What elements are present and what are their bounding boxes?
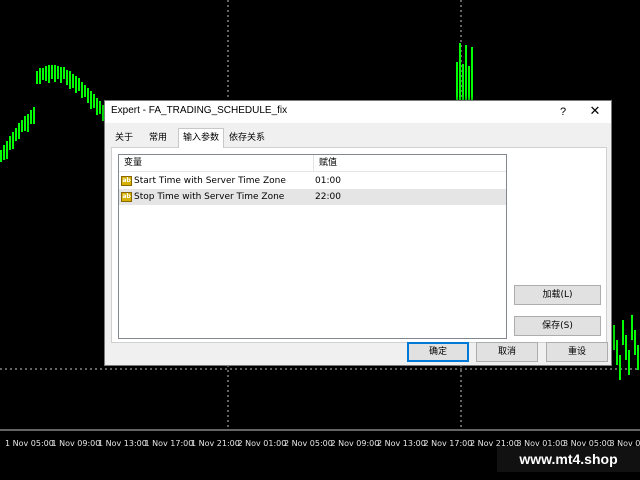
table-row[interactable]: ab Start Time with Server Time Zone 01:0… [119, 173, 506, 189]
time-axis-label: 2 Nov 13:00 [377, 439, 426, 448]
candle [69, 71, 71, 89]
time-axis-label: 2 Nov 09:00 [330, 439, 380, 448]
candle [90, 91, 92, 109]
time-axis-label: 1 Nov 09:00 [51, 439, 101, 448]
candle [462, 64, 464, 100]
candle [75, 76, 77, 93]
time-axis-label: 2 Nov 17:00 [423, 439, 473, 448]
ab-string-icon: ab [121, 176, 132, 186]
save-button[interactable]: 保存(S) [514, 316, 601, 336]
expert-properties-dialog[interactable]: Expert - FA_TRADING_SCHEDULE_fix ? ✕ 关于 … [104, 100, 612, 366]
row-variable-name: Start Time with Server Time Zone [134, 176, 286, 186]
candle [48, 65, 50, 83]
inputs-table[interactable]: 变量 赋值 ab Start Time with Server Time Zon… [118, 154, 507, 339]
candle [21, 120, 23, 132]
ok-button[interactable]: 确定 [407, 342, 469, 362]
candle [628, 350, 630, 375]
candle [613, 325, 615, 350]
time-axis-label: 2 Nov 01:00 [237, 439, 287, 448]
candle [39, 68, 41, 84]
row-value[interactable]: 22:00 [315, 189, 341, 205]
close-button[interactable]: ✕ [586, 103, 604, 121]
watermark: www.mt4.shop [497, 446, 640, 472]
ab-string-icon: ab [121, 192, 132, 202]
time-axis-label: 1 Nov 17:00 [144, 439, 194, 448]
table-row[interactable]: ab Stop Time with Server Time Zone 22:00 [119, 189, 506, 205]
candle [625, 335, 627, 360]
candle [465, 45, 467, 100]
candle [99, 101, 101, 114]
candle [81, 82, 83, 98]
help-button[interactable]: ? [554, 103, 572, 121]
candle [459, 43, 461, 100]
candle [9, 136, 11, 150]
candle [87, 88, 89, 103]
tab-dependencies[interactable]: 依存关系 [225, 130, 269, 147]
time-axis-label: 2 Nov 05:00 [284, 439, 333, 448]
candle [84, 85, 86, 97]
load-button[interactable]: 加载(L) [514, 285, 601, 305]
candle [30, 110, 32, 124]
candle [637, 345, 639, 370]
header-variable[interactable]: 变量 [119, 155, 142, 171]
header-value[interactable]: 赋值 [314, 155, 337, 171]
time-axis-label: 1 Nov 13:00 [98, 439, 147, 448]
candle [616, 340, 618, 365]
candle [42, 68, 44, 80]
candle [6, 141, 8, 159]
candle [54, 65, 56, 82]
candle [96, 98, 98, 115]
candle [66, 70, 68, 85]
tab-about[interactable]: 关于 [111, 130, 137, 147]
tab-common[interactable]: 常用 [145, 130, 171, 147]
reset-button[interactable]: 重设 [546, 342, 608, 362]
candle [51, 65, 53, 79]
candle [63, 67, 65, 79]
time-axis-label: 1 Nov 05:00 [5, 439, 54, 448]
candle [27, 114, 29, 132]
candle [634, 330, 636, 355]
candle [622, 320, 624, 345]
row-variable-name: Stop Time with Server Time Zone [134, 192, 285, 202]
candle [72, 74, 74, 88]
dialog-titlebar[interactable]: Expert - FA_TRADING_SCHEDULE_fix ? ✕ [105, 101, 611, 123]
candle [93, 94, 95, 108]
candle [15, 128, 17, 141]
candle [12, 132, 14, 149]
tab-inputs[interactable]: 输入参数 [178, 128, 225, 148]
candle [60, 67, 62, 83]
table-header: 变量 赋值 [119, 155, 506, 172]
candle [18, 123, 20, 139]
candle [619, 355, 621, 380]
candle [24, 116, 26, 131]
candle [33, 107, 35, 124]
candle [3, 145, 5, 160]
candle [468, 66, 470, 100]
candle [471, 47, 473, 100]
candle [0, 150, 2, 162]
cancel-button[interactable]: 取消 [476, 342, 538, 362]
candle [456, 62, 458, 100]
candle [631, 315, 633, 340]
candle [57, 66, 59, 79]
row-value[interactable]: 01:00 [315, 173, 341, 189]
candle [78, 78, 80, 91]
time-axis-label: 1 Nov 21:00 [191, 439, 240, 448]
candle [45, 66, 47, 81]
dialog-title: Expert - FA_TRADING_SCHEDULE_fix [111, 105, 288, 116]
candle [36, 71, 38, 84]
